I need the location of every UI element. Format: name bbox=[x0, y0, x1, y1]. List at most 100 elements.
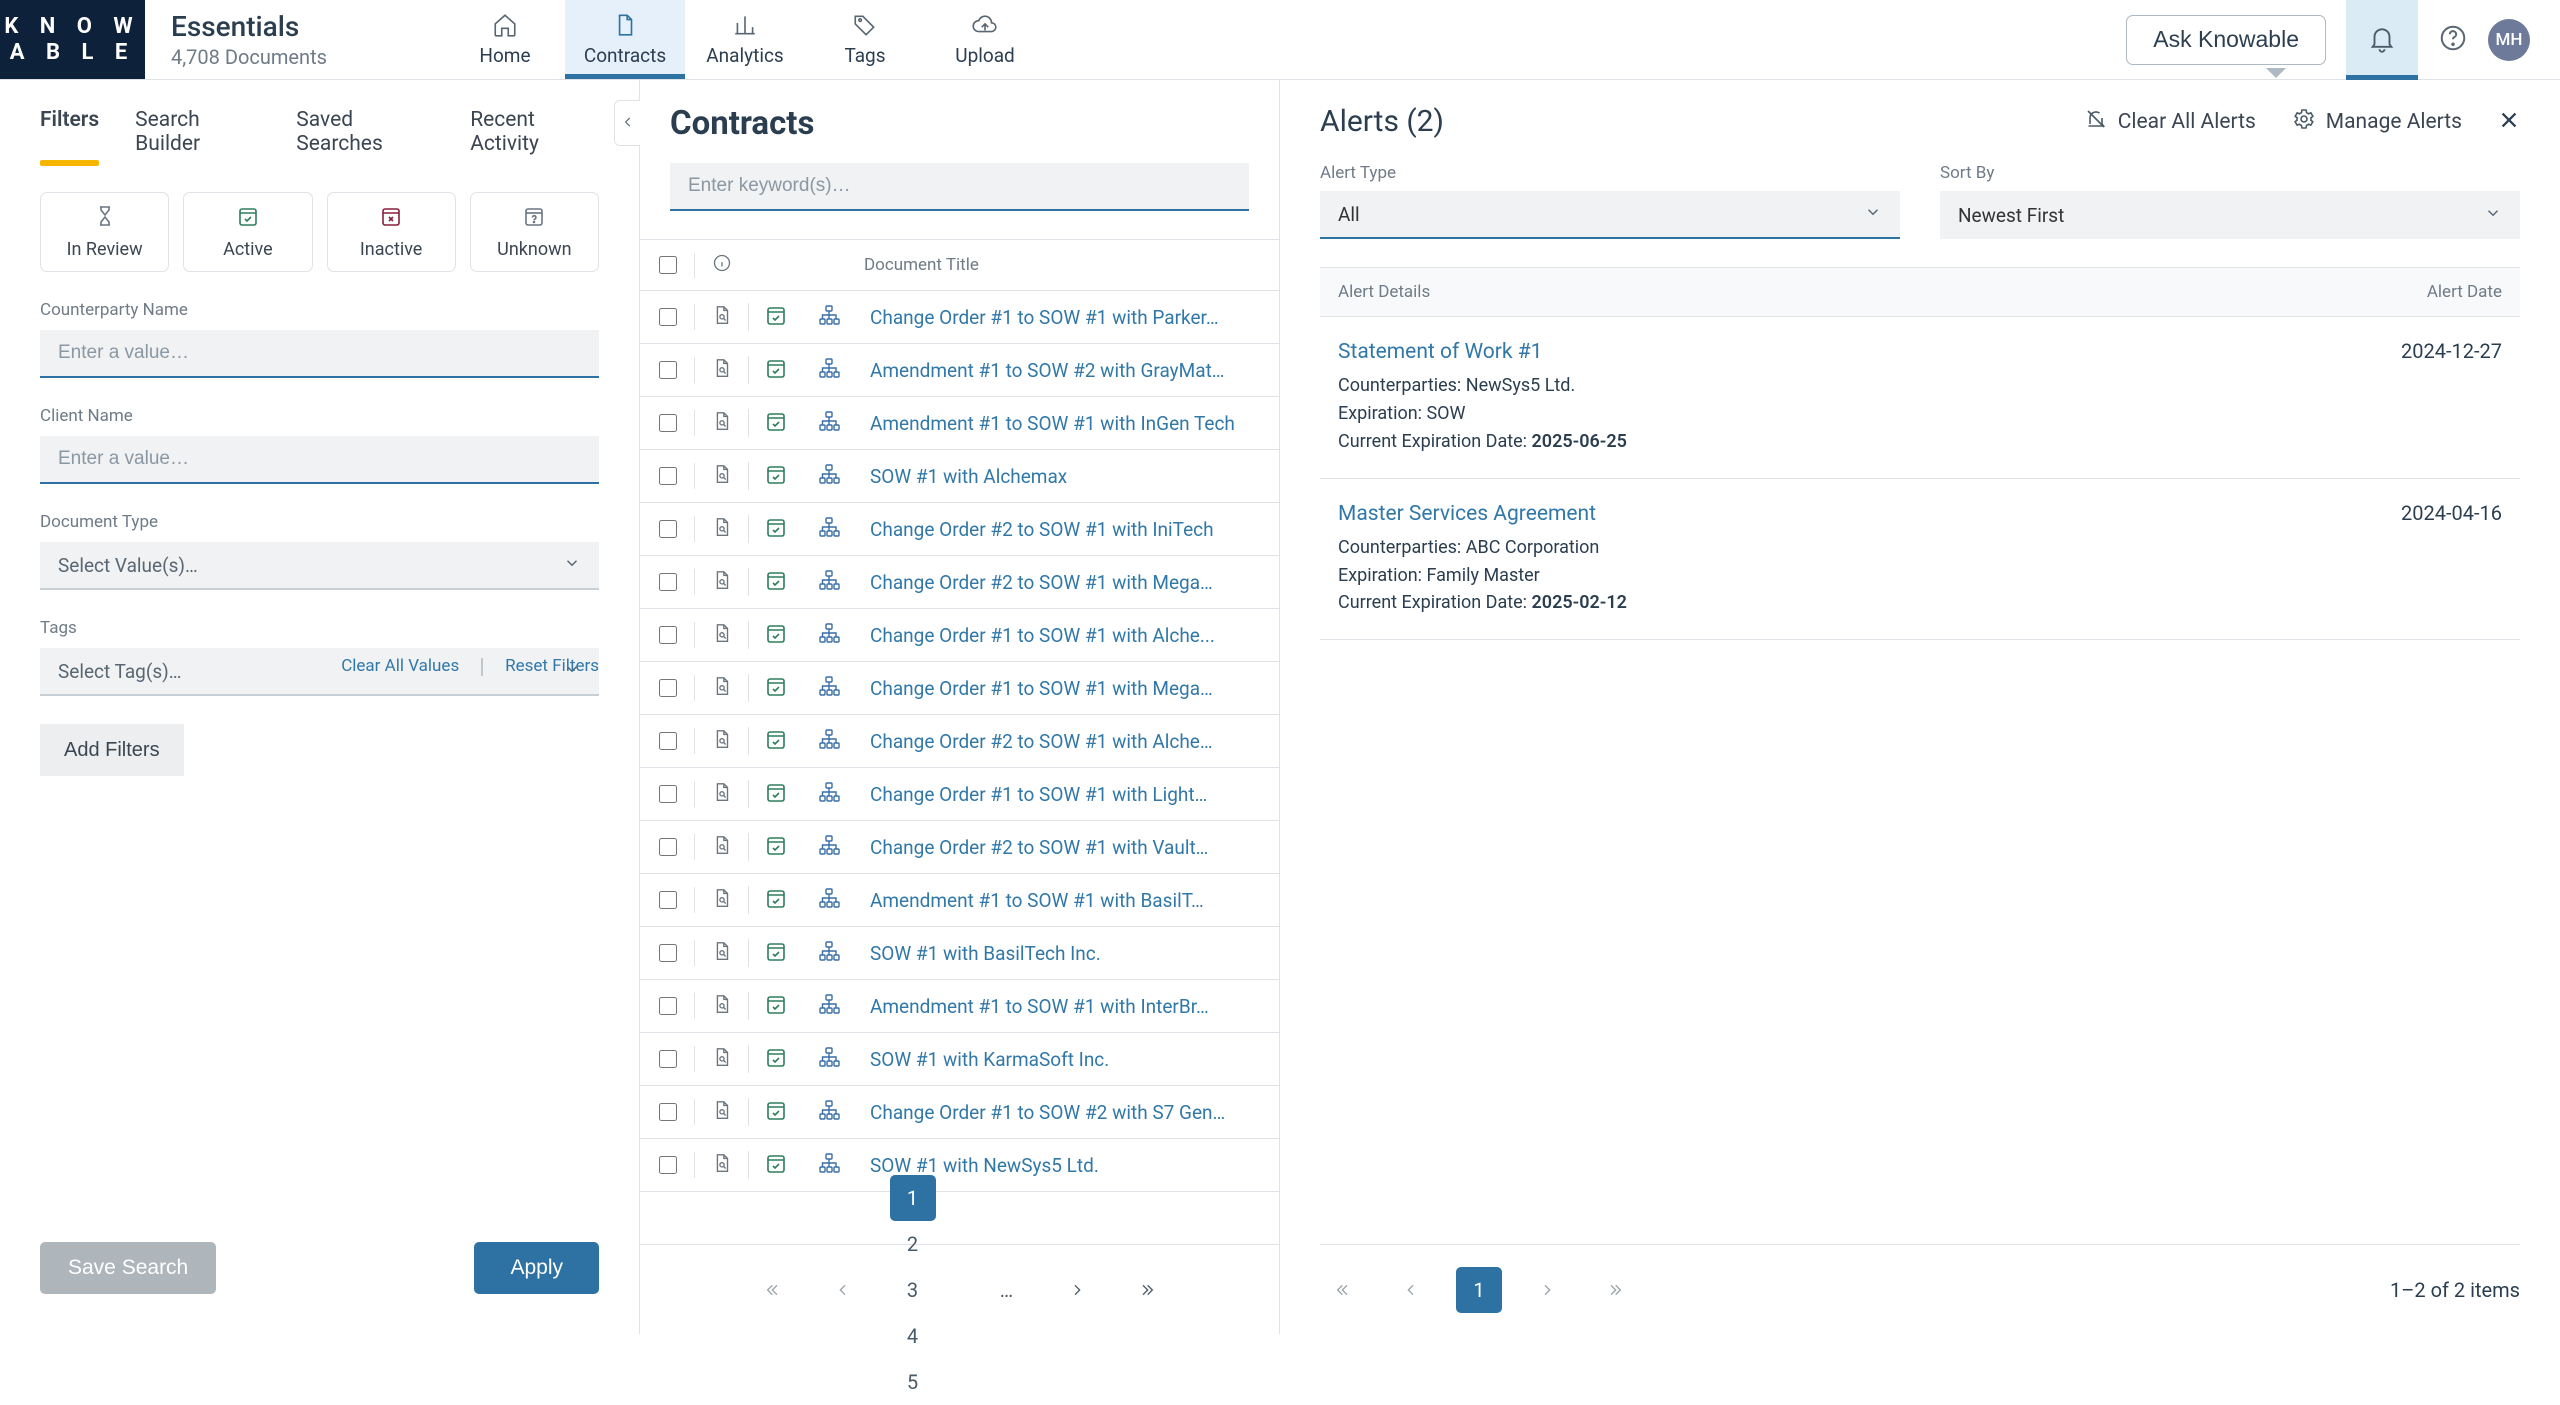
clear-all-values-link[interactable]: Clear All Values bbox=[341, 656, 459, 676]
nav-analytics[interactable]: Analytics bbox=[685, 0, 805, 79]
row-checkbox[interactable] bbox=[659, 1156, 677, 1174]
status-filter-unknown[interactable]: Unknown bbox=[470, 192, 599, 272]
add-filters-button[interactable]: Add Filters bbox=[40, 724, 184, 776]
document-title-link[interactable]: SOW #1 with KarmaSoft Inc. bbox=[856, 1048, 1279, 1071]
document-preview-button[interactable] bbox=[694, 834, 748, 860]
page-3[interactable]: 3 bbox=[890, 1267, 936, 1313]
alerts-page-next[interactable] bbox=[1524, 1267, 1570, 1313]
document-title-link[interactable]: Change Order #1 to SOW #1 with Mega… bbox=[856, 677, 1279, 700]
document-preview-button[interactable] bbox=[694, 463, 748, 489]
hierarchy-button[interactable] bbox=[802, 568, 856, 596]
hierarchy-button[interactable] bbox=[802, 303, 856, 331]
notifications-button[interactable] bbox=[2346, 0, 2418, 80]
user-avatar[interactable]: MH bbox=[2488, 19, 2530, 61]
hierarchy-button[interactable] bbox=[802, 409, 856, 437]
alerts-page-1[interactable]: 1 bbox=[1456, 1267, 1502, 1313]
collapse-sidebar-button[interactable] bbox=[614, 100, 640, 146]
sort-by-select[interactable]: Newest First bbox=[1940, 191, 2520, 239]
hierarchy-button[interactable] bbox=[802, 462, 856, 490]
nav-upload[interactable]: Upload bbox=[925, 0, 1045, 79]
status-filter-in-review[interactable]: In Review bbox=[40, 192, 169, 272]
page-5[interactable]: 5 bbox=[890, 1359, 936, 1405]
hierarchy-button[interactable] bbox=[802, 727, 856, 755]
document-preview-button[interactable] bbox=[694, 516, 748, 542]
row-checkbox[interactable] bbox=[659, 838, 677, 856]
page-first[interactable] bbox=[750, 1267, 796, 1313]
alerts-page-prev[interactable] bbox=[1388, 1267, 1434, 1313]
hierarchy-button[interactable] bbox=[802, 939, 856, 967]
keyword-search-input[interactable] bbox=[670, 163, 1249, 211]
hierarchy-button[interactable] bbox=[802, 1045, 856, 1073]
alert-document-link[interactable]: Statement of Work #1 bbox=[1338, 340, 1542, 364]
page-prev[interactable] bbox=[820, 1267, 866, 1313]
row-checkbox[interactable] bbox=[659, 308, 677, 326]
clear-all-alerts-button[interactable]: Clear All Alerts bbox=[2084, 107, 2256, 137]
status-filter-inactive[interactable]: Inactive bbox=[327, 192, 456, 272]
row-checkbox[interactable] bbox=[659, 1050, 677, 1068]
row-checkbox[interactable] bbox=[659, 414, 677, 432]
select-all-checkbox[interactable] bbox=[659, 256, 677, 274]
row-checkbox[interactable] bbox=[659, 944, 677, 962]
hierarchy-button[interactable] bbox=[802, 833, 856, 861]
document-title-link[interactable]: Change Order #2 to SOW #1 with Mega… bbox=[856, 571, 1279, 594]
document-title-link[interactable]: Amendment #1 to SOW #1 with InterBr… bbox=[856, 995, 1279, 1018]
nav-contracts[interactable]: Contracts bbox=[565, 0, 685, 79]
document-preview-button[interactable] bbox=[694, 357, 748, 383]
manage-alerts-button[interactable]: Manage Alerts bbox=[2292, 107, 2462, 137]
row-checkbox[interactable] bbox=[659, 361, 677, 379]
alerts-page-last[interactable] bbox=[1592, 1267, 1638, 1313]
alert-document-link[interactable]: Master Services Agreement bbox=[1338, 502, 1596, 526]
document-preview-button[interactable] bbox=[694, 675, 748, 701]
hierarchy-button[interactable] bbox=[802, 515, 856, 543]
alert-type-select[interactable]: All bbox=[1320, 191, 1900, 239]
document-title-link[interactable]: Amendment #1 to SOW #1 with BasilT… bbox=[856, 889, 1279, 912]
alerts-page-first[interactable] bbox=[1320, 1267, 1366, 1313]
row-checkbox[interactable] bbox=[659, 732, 677, 750]
row-checkbox[interactable] bbox=[659, 626, 677, 644]
document-preview-button[interactable] bbox=[694, 1046, 748, 1072]
hierarchy-button[interactable] bbox=[802, 356, 856, 384]
status-filter-active[interactable]: Active bbox=[183, 192, 312, 272]
document-title-link[interactable]: Change Order #1 to SOW #1 with Alche... bbox=[856, 624, 1279, 647]
tab-recent-activity[interactable]: Recent Activity bbox=[470, 108, 599, 166]
row-checkbox[interactable] bbox=[659, 1103, 677, 1121]
hierarchy-button[interactable] bbox=[802, 992, 856, 1020]
reset-filters-link[interactable]: Reset Filters bbox=[505, 656, 599, 676]
document-preview-button[interactable] bbox=[694, 410, 748, 436]
document-preview-button[interactable] bbox=[694, 304, 748, 330]
document-preview-button[interactable] bbox=[694, 622, 748, 648]
document-title-link[interactable]: Change Order #1 to SOW #1 with Parker… bbox=[856, 306, 1279, 329]
page-last[interactable] bbox=[1124, 1267, 1170, 1313]
row-checkbox[interactable] bbox=[659, 520, 677, 538]
document-title-link[interactable]: Change Order #2 to SOW #1 with Vault… bbox=[856, 836, 1279, 859]
page-next[interactable] bbox=[1054, 1267, 1100, 1313]
page-1[interactable]: 1 bbox=[890, 1175, 936, 1221]
document-preview-button[interactable] bbox=[694, 1152, 748, 1178]
page-4[interactable]: 4 bbox=[890, 1313, 936, 1359]
nav-home[interactable]: Home bbox=[445, 0, 565, 79]
row-checkbox[interactable] bbox=[659, 997, 677, 1015]
tab-filters[interactable]: Filters bbox=[40, 108, 99, 166]
tab-search-builder[interactable]: Search Builder bbox=[135, 108, 260, 166]
document-preview-button[interactable] bbox=[694, 940, 748, 966]
page-2[interactable]: 2 bbox=[890, 1221, 936, 1267]
hierarchy-button[interactable] bbox=[802, 886, 856, 914]
hierarchy-button[interactable] bbox=[802, 674, 856, 702]
hierarchy-button[interactable] bbox=[802, 621, 856, 649]
help-button[interactable] bbox=[2438, 23, 2468, 57]
document-preview-button[interactable] bbox=[694, 1099, 748, 1125]
document-preview-button[interactable] bbox=[694, 781, 748, 807]
document-title-header[interactable]: Document Title bbox=[748, 255, 979, 275]
document-title-link[interactable]: Change Order #2 to SOW #1 with Alche… bbox=[856, 730, 1279, 753]
client-input[interactable] bbox=[40, 436, 599, 484]
document-preview-button[interactable] bbox=[694, 887, 748, 913]
document-preview-button[interactable] bbox=[694, 728, 748, 754]
doctype-select[interactable]: Select Value(s)… bbox=[40, 542, 599, 590]
row-checkbox[interactable] bbox=[659, 679, 677, 697]
document-preview-button[interactable] bbox=[694, 569, 748, 595]
row-checkbox[interactable] bbox=[659, 891, 677, 909]
document-title-link[interactable]: Change Order #2 to SOW #1 with IniTech bbox=[856, 518, 1279, 541]
document-title-link[interactable]: Change Order #1 to SOW #2 with S7 Gen… bbox=[856, 1101, 1279, 1124]
save-search-button[interactable]: Save Search bbox=[40, 1242, 216, 1294]
ask-knowable-button[interactable]: Ask Knowable bbox=[2126, 15, 2326, 65]
